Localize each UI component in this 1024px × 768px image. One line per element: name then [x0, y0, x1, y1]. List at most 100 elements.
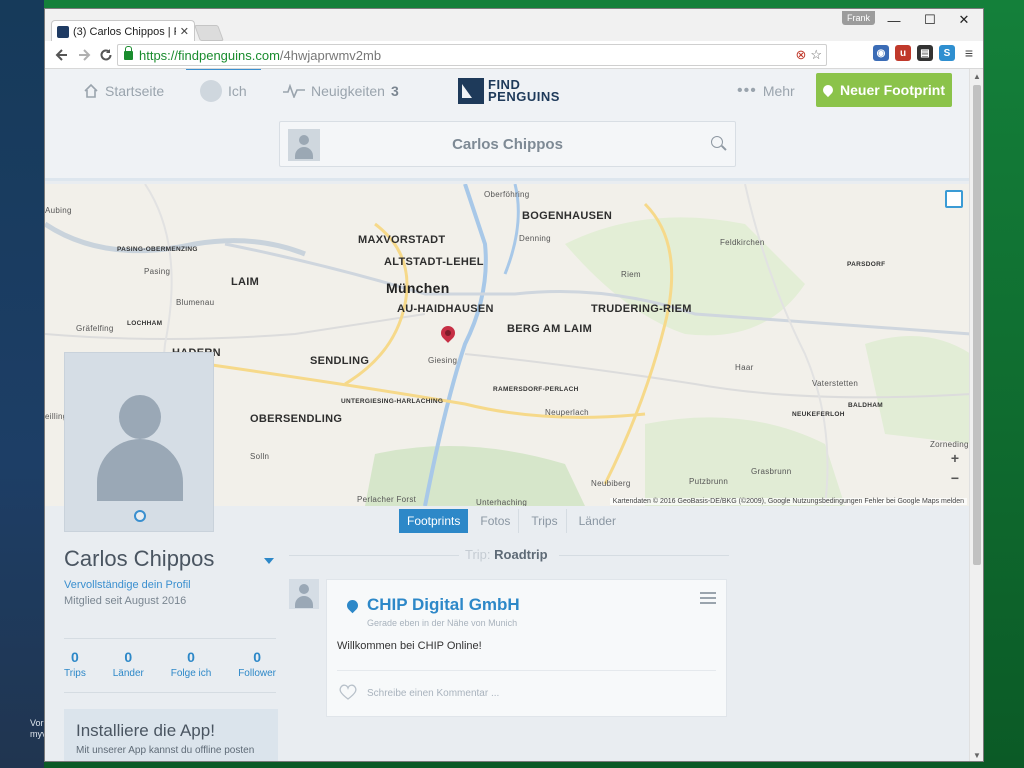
desktop-left-strip — [0, 0, 44, 768]
tab-countries[interactable]: Länder — [571, 509, 624, 533]
browser-menu-icon[interactable]: ≡ — [961, 45, 977, 61]
browser-window: (3) Carlos Chippos | FindP ✕ Frank — ☐ ✕… — [44, 8, 984, 762]
map-label: Vaterstetten — [812, 379, 859, 388]
zoom-out-button[interactable]: − — [951, 470, 959, 486]
map-label: Putzbrunn — [689, 477, 729, 486]
member-since: Mitglied seit August 2016 — [64, 595, 187, 607]
tab-trips[interactable]: Trips — [523, 509, 567, 533]
map-label: OBERSENDLING — [250, 413, 343, 425]
scroll-up-icon[interactable]: ▲ — [973, 72, 981, 81]
new-tab-button[interactable] — [194, 25, 224, 41]
location-pin-icon — [820, 82, 836, 98]
reload-icon — [100, 48, 112, 60]
url-path: /4hwjaprwmv2mb — [279, 47, 382, 63]
map-label: SENDLING — [310, 355, 370, 367]
post-text: Willkommen bei CHIP Online! — [337, 640, 482, 652]
activity-pulse-icon — [283, 84, 305, 98]
title-bar: (3) Carlos Chippos | FindP ✕ Frank — ☐ ✕ — [45, 9, 983, 42]
map-label: RAMERSDORF-PERLACH — [493, 386, 579, 393]
post-title[interactable]: CHIP Digital GmbH — [367, 595, 520, 615]
map-label: BOGENHAUSEN — [522, 210, 613, 222]
stat-followers[interactable]: 0 Follower — [238, 649, 276, 679]
search-icon[interactable] — [711, 136, 723, 148]
back-arrow-icon — [55, 48, 67, 61]
map-label: Unterhaching — [476, 498, 528, 506]
stat-countries[interactable]: 0 Länder — [113, 649, 144, 679]
divider — [337, 670, 716, 671]
extension-reader-icon[interactable]: ▤ — [917, 45, 933, 61]
nav-news[interactable]: Neuigkeiten 3 — [283, 79, 399, 103]
nav-more[interactable]: ••• Mehr — [737, 79, 795, 103]
site-header: Startseite Ich Neuigkeiten 3 FIND PENGUI… — [45, 69, 971, 181]
map-label: MAXVORSTADT — [358, 234, 446, 246]
trip-name[interactable]: Roadtrip — [494, 547, 547, 562]
reload-button[interactable] — [95, 44, 117, 66]
blocked-popup-icon[interactable]: ⊗ — [795, 47, 806, 63]
minimize-button[interactable]: — — [877, 9, 911, 31]
map-label: Gräfelfing — [76, 324, 114, 333]
tab-title: (3) Carlos Chippos | FindP — [73, 25, 176, 38]
app-promo-title: Installiere die App! — [76, 721, 215, 740]
stat-value: 0 — [187, 649, 195, 665]
nav-me-label: Ich — [228, 83, 247, 99]
comment-input[interactable]: Schreibe einen Kommentar ... — [367, 688, 499, 699]
map-label: Neubiberg — [591, 479, 631, 488]
post-author-avatar[interactable] — [289, 579, 319, 609]
map-label: Giesing — [428, 356, 458, 365]
map-label: TRUDERING-RIEM — [591, 303, 692, 315]
map-label: Pasing — [144, 267, 171, 276]
extension-globe-icon[interactable]: ◉ — [873, 45, 889, 61]
tab-footprints[interactable]: Footprints — [399, 509, 469, 533]
heart-icon[interactable] — [338, 684, 358, 700]
nav-home[interactable]: Startseite — [83, 79, 164, 103]
map-label: NEUKEFERLOH — [792, 411, 845, 418]
back-button[interactable] — [51, 44, 73, 66]
new-footprint-button[interactable]: Neuer Footprint — [816, 73, 952, 107]
profile-photo[interactable] — [64, 352, 214, 532]
complete-profile-link[interactable]: Vervollständige dein Profil — [64, 579, 191, 591]
install-app-promo[interactable]: Installiere die App! Mit unserer App kan… — [64, 709, 278, 761]
vertical-scrollbar[interactable]: ▲ ▼ — [969, 69, 983, 761]
photo-upload-icon[interactable] — [134, 510, 146, 522]
news-count-badge: 3 — [390, 83, 399, 99]
nav-me[interactable]: Ich — [186, 69, 261, 103]
map-label: Feldkirchen — [720, 238, 765, 247]
zoom-in-button[interactable]: + — [951, 450, 959, 466]
tab-photos[interactable]: Fotos — [472, 509, 520, 533]
bookmark-star-icon[interactable]: ☆ — [810, 47, 822, 63]
profile-badge[interactable]: Frank — [841, 11, 875, 25]
divider — [559, 555, 729, 556]
map-attribution[interactable]: Kartendaten © 2016 GeoBasis-DE/BKG (©200… — [609, 498, 967, 505]
map-label: Solln — [250, 452, 270, 461]
map-label: UNTERGIESING-HARLACHING — [341, 398, 444, 405]
user-avatar-icon — [200, 80, 222, 102]
favicon-icon — [57, 25, 69, 38]
browser-tab[interactable]: (3) Carlos Chippos | FindP ✕ — [51, 20, 195, 42]
stat-following[interactable]: 0 Folge ich — [171, 649, 212, 679]
extension-s-icon[interactable]: S — [939, 45, 955, 61]
maximize-button[interactable]: ☐ — [913, 9, 947, 31]
map-label: PARSDORF — [847, 261, 886, 268]
scrollbar-thumb[interactable] — [973, 85, 981, 565]
nav-home-label: Startseite — [105, 83, 165, 99]
tab-close-icon[interactable]: ✕ — [180, 25, 189, 38]
footprint-post: CHIP Digital GmbH Gerade eben in der Näh… — [326, 579, 727, 717]
findpenguins-logo[interactable]: FIND PENGUINS — [458, 78, 560, 104]
fullscreen-icon[interactable] — [945, 190, 963, 208]
extension-adblock-icon[interactable]: u — [895, 45, 911, 61]
forward-button[interactable] — [73, 44, 95, 66]
address-bar[interactable]: https://findpenguins.com /4hwjaprwmv2mb … — [117, 44, 827, 66]
stat-trips[interactable]: 0 Trips — [64, 649, 86, 679]
search-profile-name: Carlos Chippos — [452, 136, 563, 153]
divider — [289, 555, 459, 556]
post-menu-icon[interactable] — [700, 592, 716, 607]
scroll-down-icon[interactable]: ▼ — [973, 751, 981, 760]
nav-more-label: Mehr — [762, 83, 795, 99]
map-label: BERG AM LAIM — [507, 323, 593, 335]
chevron-down-icon[interactable] — [264, 558, 274, 564]
map-label: Haar — [735, 363, 754, 372]
page-viewport: Startseite Ich Neuigkeiten 3 FIND PENGUI… — [45, 69, 971, 761]
profile-search-box[interactable]: Carlos Chippos — [279, 121, 736, 167]
avatar-body — [97, 439, 183, 501]
close-window-button[interactable]: ✕ — [947, 9, 981, 31]
